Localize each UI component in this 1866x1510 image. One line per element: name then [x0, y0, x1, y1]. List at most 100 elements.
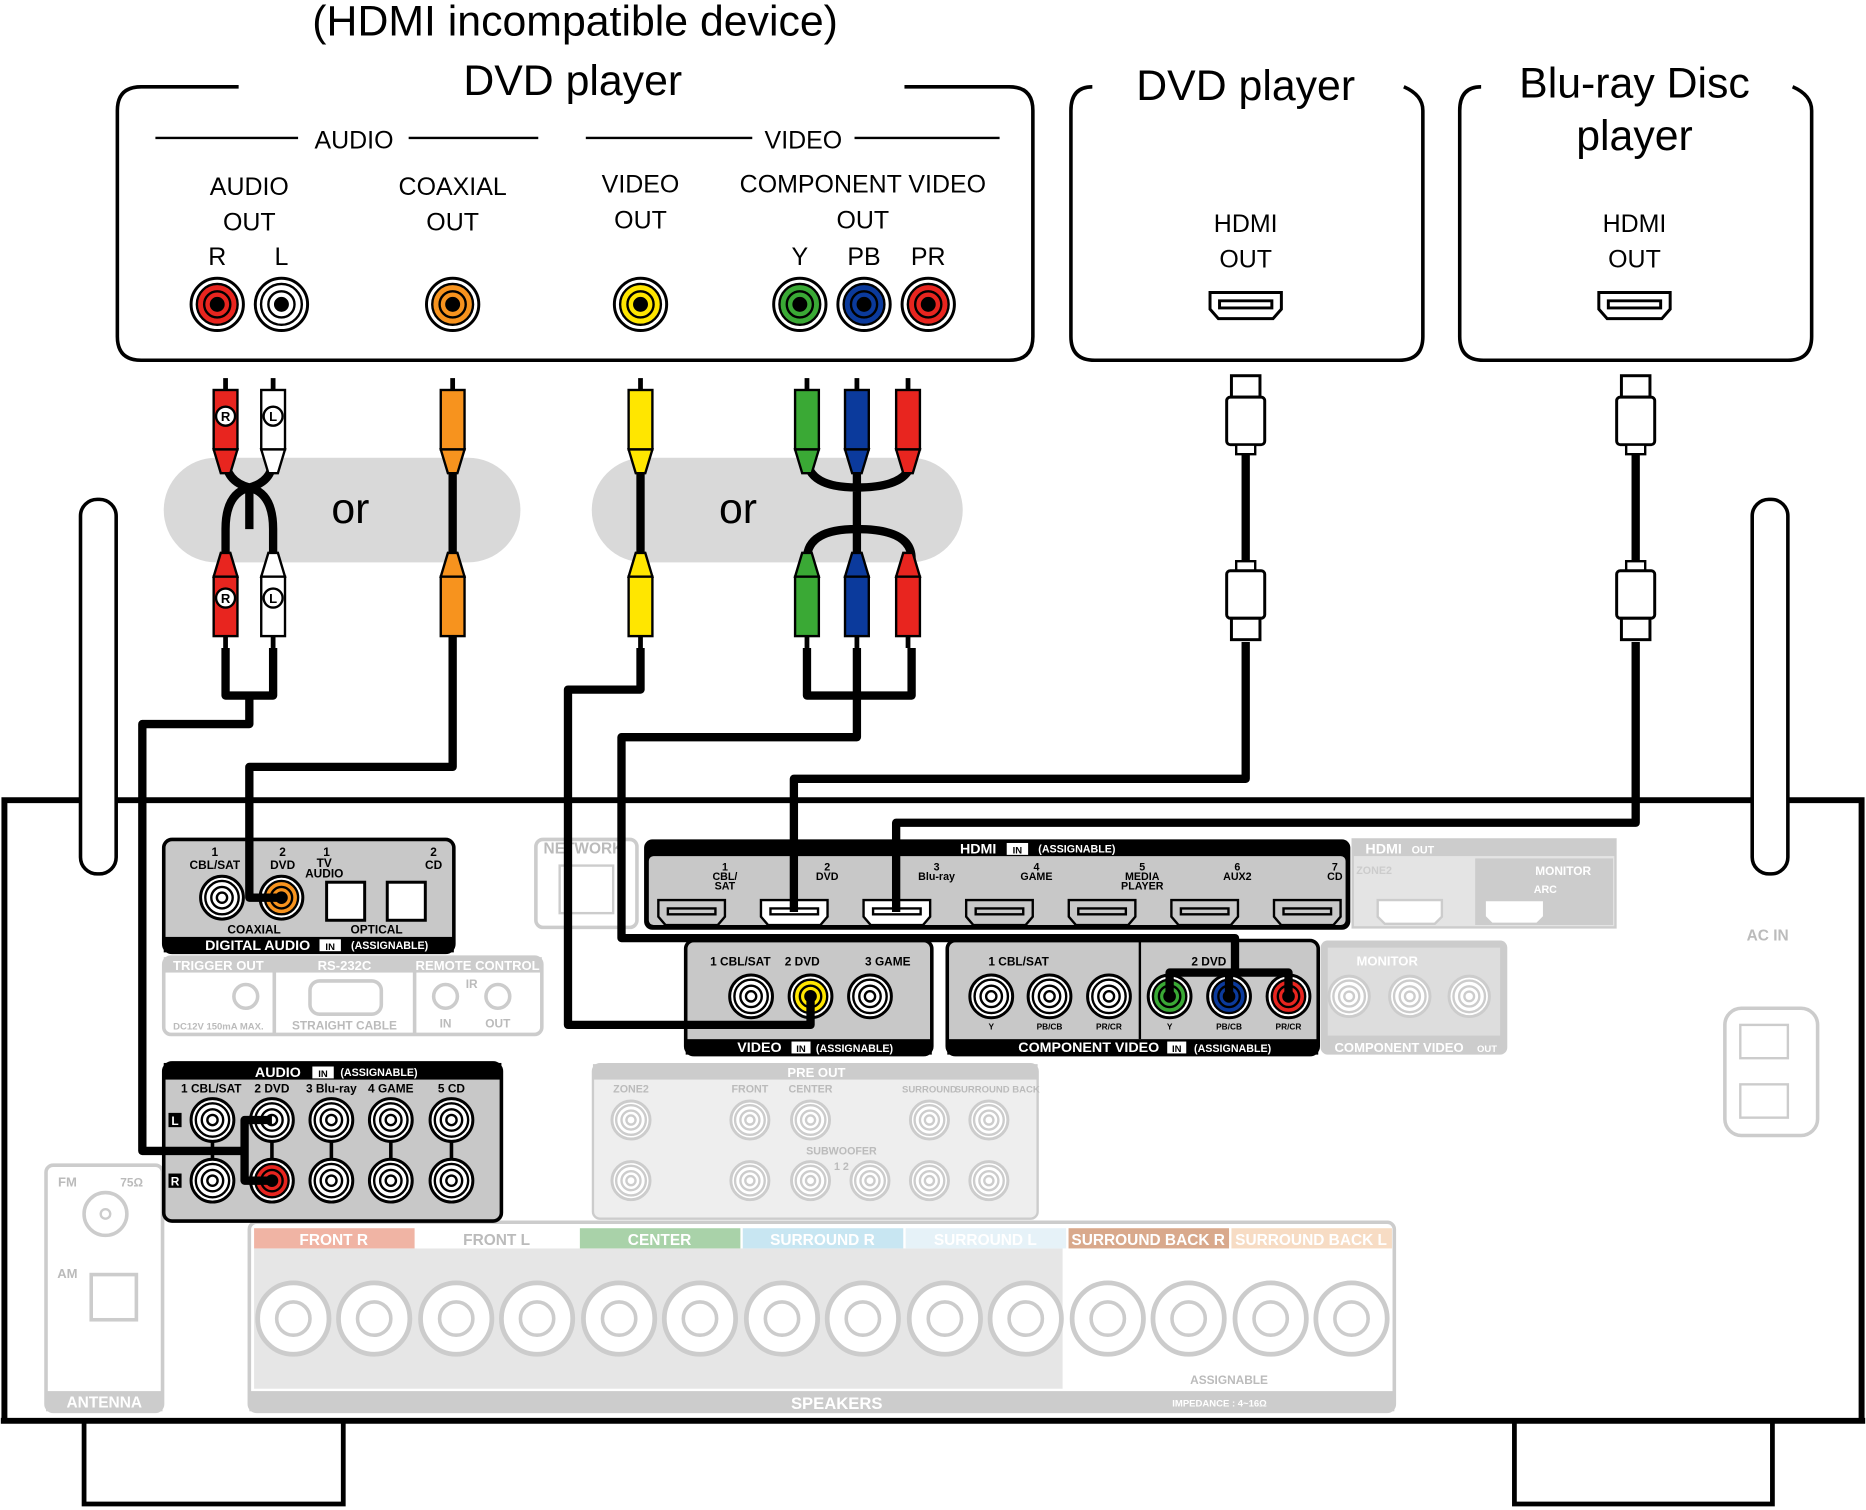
svg-text:TRIGGER OUT: TRIGGER OUT — [173, 958, 264, 973]
rca-jack-icon — [610, 1160, 652, 1202]
svg-text:DC12V 150mA MAX.: DC12V 150mA MAX. — [173, 1022, 263, 1033]
svg-text:(ASSIGNABLE): (ASSIGNABLE) — [340, 1067, 418, 1079]
hdmi-input-label: SAT — [715, 880, 736, 892]
channel-pr-label: PR — [911, 243, 946, 271]
channel-l-label: L — [274, 243, 288, 271]
svg-text:2 DVD: 2 DVD — [785, 954, 820, 968]
rca-plug-icon — [793, 551, 821, 648]
svg-text:MONITOR: MONITOR — [1356, 953, 1418, 968]
rca-jack-icon — [308, 1157, 355, 1204]
svg-text:PRE OUT: PRE OUT — [787, 1065, 845, 1080]
svg-text:SURROUND: SURROUND — [902, 1085, 957, 1096]
rca-jack-icon — [729, 1099, 771, 1141]
svg-text:SUBWOOFER: SUBWOOFER — [806, 1145, 877, 1157]
rca-jack-icon — [308, 1097, 355, 1143]
rca-plug-icon — [439, 378, 467, 475]
rca-jack-icon — [849, 1160, 891, 1202]
bluray-player: Blu-ray Disc player HDMI OUT — [1457, 59, 1814, 363]
audio-out-label: AUDIO — [210, 173, 289, 201]
optical-port-icon — [385, 880, 427, 922]
svg-text:IR: IR — [466, 977, 478, 991]
hdmi-input-label: Blu-ray — [918, 871, 955, 883]
svg-text:OUT: OUT — [1477, 1044, 1497, 1055]
svg-text:NETWORK: NETWORK — [544, 841, 624, 858]
svg-text:CENTER: CENTER — [789, 1084, 833, 1096]
svg-text:R: R — [171, 1174, 180, 1188]
hdmi-port-icon — [964, 898, 1034, 927]
analog-dvd-player: (HDMI incompatible device) DVD player AU… — [115, 0, 1035, 363]
hdmi-out-label: HDMI — [1214, 210, 1278, 238]
audio-section-label: AUDIO — [314, 127, 393, 155]
rca-jack-icon — [610, 1099, 652, 1141]
antenna-left — [78, 497, 118, 876]
rca-plug-icon — [793, 378, 821, 475]
svg-text:IN: IN — [1013, 846, 1023, 857]
hdmi-input-label: AUX2 — [1223, 871, 1252, 883]
svg-text:IN: IN — [1172, 1044, 1182, 1055]
rca-jack-icon — [199, 874, 245, 921]
speaker-terminal-icon — [1150, 1280, 1227, 1357]
speaker-terminal-icon — [499, 1280, 576, 1357]
channel-pb-label: PB — [847, 243, 880, 271]
svg-text:1 CBL/SAT: 1 CBL/SAT — [181, 1082, 242, 1096]
hdmi-plug-icon — [1615, 560, 1657, 642]
svg-text:2: 2 — [279, 845, 286, 859]
hdmi-input-label: DVD — [816, 871, 839, 883]
hdmi-out-label: HDMI — [1603, 210, 1667, 238]
svg-text:3 Blu-ray: 3 Blu-ray — [306, 1082, 357, 1096]
svg-text:75Ω: 75Ω — [120, 1176, 143, 1190]
svg-text:OUT: OUT — [1412, 845, 1435, 857]
rca-jack-icon — [367, 1097, 414, 1143]
svg-text:ANTENNA: ANTENNA — [67, 1395, 142, 1412]
rca-jack-icon — [908, 1099, 950, 1141]
antenna-right — [1750, 497, 1790, 876]
channel-label: PR/CR — [1096, 1022, 1122, 1032]
speaker-channel-label: SURROUND BACK L — [1235, 1232, 1387, 1249]
hdmi-port-icon — [1208, 291, 1283, 321]
rca-plug-icon — [627, 378, 654, 475]
rca-plug-icon — [894, 378, 922, 475]
svg-text:ZONE2: ZONE2 — [613, 1084, 649, 1096]
rca-plug-icon — [843, 378, 871, 475]
svg-text:ZONE2: ZONE2 — [1356, 865, 1392, 877]
svg-text:ARC: ARC — [1534, 884, 1557, 896]
rca-plug-icon — [843, 551, 871, 648]
rca-jack-icon — [1388, 974, 1432, 1019]
channel-y-label: Y — [792, 243, 809, 271]
svg-text:IN: IN — [796, 1044, 806, 1055]
rca-jack-icon — [253, 276, 310, 333]
speaker-channel-label: SURROUND R — [770, 1232, 875, 1249]
svg-text:R: R — [221, 409, 231, 424]
speaker-terminal-icon — [824, 1280, 901, 1357]
channel-r-label: R — [208, 243, 226, 271]
hdmi-input-label: PLAYER — [1121, 880, 1164, 892]
rca-jack-icon — [189, 1157, 236, 1204]
rca-jack-icon — [1447, 974, 1491, 1019]
svg-text:CD: CD — [425, 858, 443, 872]
hdmi-port-icon — [1067, 898, 1137, 927]
svg-text:CBL/SAT: CBL/SAT — [190, 858, 241, 872]
speaker-terminal-icon — [1232, 1280, 1309, 1357]
ac-inlet — [1723, 1006, 1820, 1138]
ac-in-label: AC IN — [1747, 927, 1789, 944]
speakers-panel: FRONT R FRONT L CENTER SURROUND R SURROUND L… — [247, 1220, 1397, 1414]
rca-jack-icon — [847, 973, 893, 1020]
rca-jack-icon — [900, 276, 956, 333]
svg-text:COMPONENT VIDEO: COMPONENT VIDEO — [1334, 1040, 1463, 1055]
rca-plug-icon — [894, 551, 922, 648]
svg-text:(ASSIGNABLE): (ASSIGNABLE) — [1194, 1043, 1272, 1055]
speaker-terminal-icon — [661, 1280, 739, 1357]
device-title: Blu-ray Disc — [1519, 59, 1750, 107]
speaker-channel-label: FRONT R — [299, 1232, 368, 1249]
svg-text:VIDEO: VIDEO — [737, 1040, 781, 1056]
rca-jack-icon — [367, 1157, 414, 1204]
device-title: DVD player — [463, 57, 682, 105]
video-out-label: VIDEO — [602, 171, 680, 199]
rca-jack-icon — [968, 1160, 1010, 1202]
channel-label: PB/CB — [1037, 1022, 1063, 1032]
svg-text:IN: IN — [325, 942, 335, 953]
speaker-terminal-icon — [1313, 1280, 1390, 1357]
rca-jack-icon — [729, 1160, 771, 1202]
svg-text:IN: IN — [318, 1069, 328, 1080]
rca-jack-icon — [428, 1097, 475, 1143]
